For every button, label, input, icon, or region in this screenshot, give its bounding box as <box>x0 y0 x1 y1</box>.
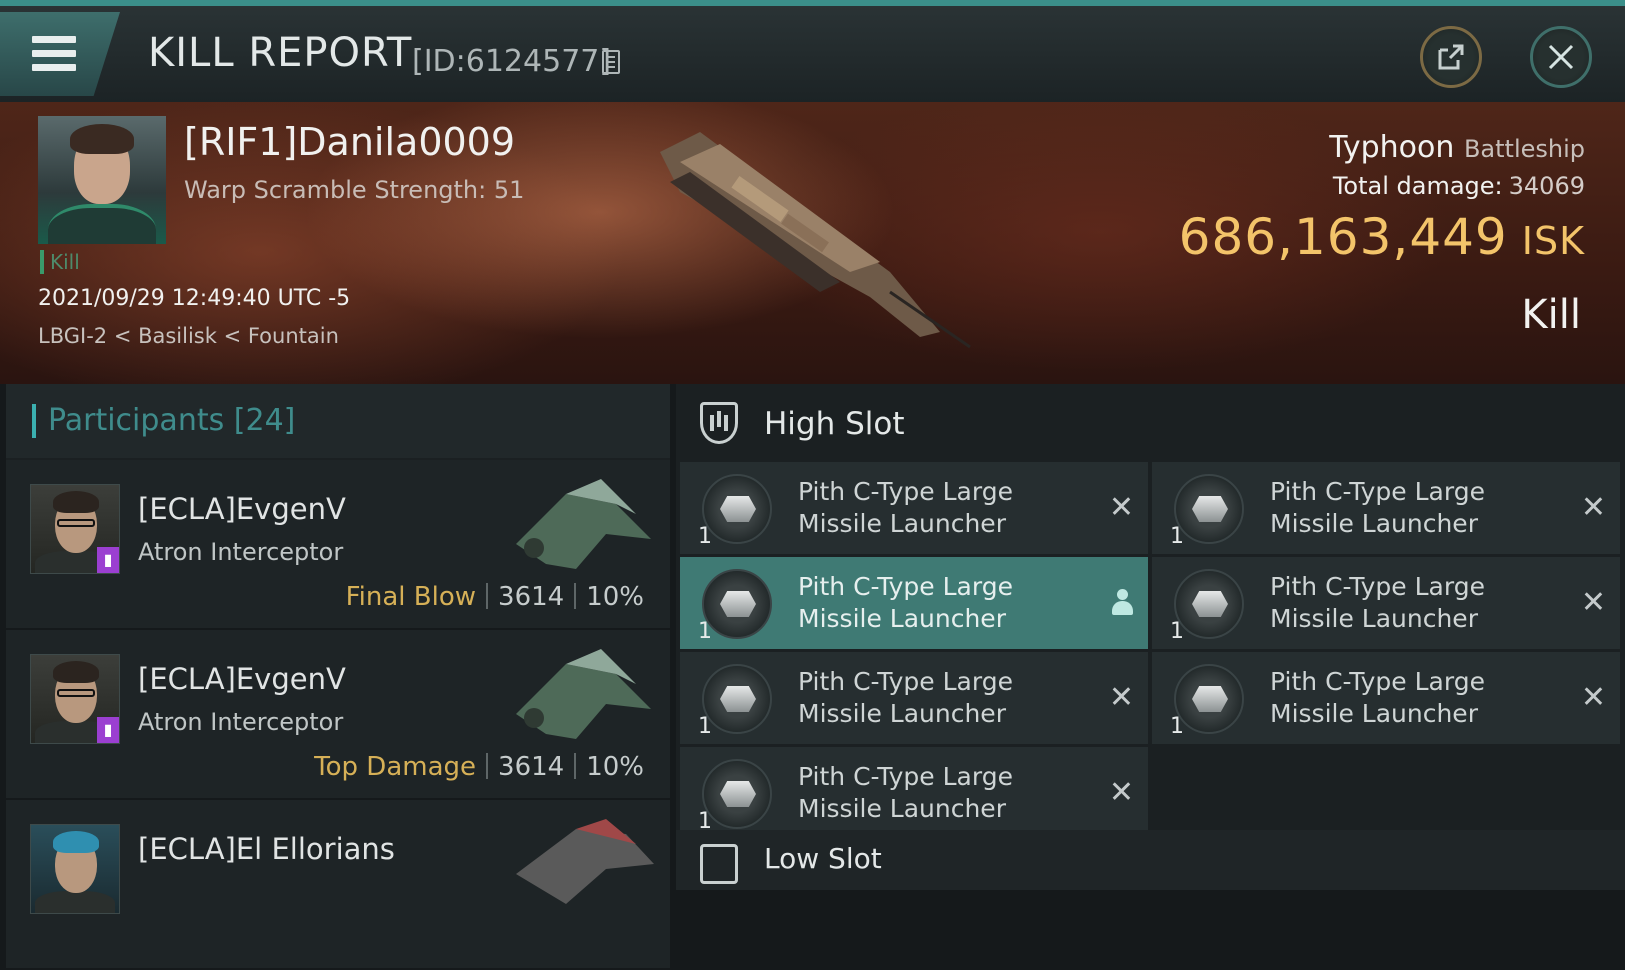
module-name: Pith C-Type Large Missile Launcher <box>798 762 1013 823</box>
participant-damage: 3614 <box>498 752 565 782</box>
kill-tag: Kill <box>40 250 80 274</box>
module-name: Pith C-Type Large Missile Launcher <box>798 667 1013 728</box>
participants-label: Participants <box>48 403 225 438</box>
participant-avatar[interactable]: ▮ <box>30 654 120 744</box>
close-icon <box>1548 44 1574 70</box>
low-slot-title: Low Slot <box>764 842 882 875</box>
module-quantity: 1 <box>1170 619 1184 644</box>
module-item[interactable]: 1 Pith C-Type Large Missile Launcher <box>680 557 1148 649</box>
module-name: Pith C-Type Large Missile Launcher <box>798 477 1013 538</box>
menu-button[interactable] <box>0 12 120 96</box>
victim-ship-image[interactable] <box>640 122 1000 352</box>
victim-name[interactable]: [RIF1]Danila0009 <box>184 120 515 164</box>
module-item[interactable]: 1 Pith C-Type Large Missile Launcher ✕ <box>1152 462 1620 554</box>
destroyed-icon: ✕ <box>1108 490 1134 525</box>
share-icon <box>1438 44 1464 70</box>
victim-banner: [RIF1]Danila0009 Warp Scramble Strength:… <box>0 102 1625 384</box>
high-slot-header: High Slot <box>676 384 1625 460</box>
kill-datetime: 2021/09/29 12:49:40 UTC -5 <box>38 286 351 311</box>
share-button[interactable] <box>1420 26 1482 88</box>
participant-name[interactable]: [ECLA]EvgenV <box>138 662 346 696</box>
isk-value: 686,163,449 ISK <box>1179 208 1585 266</box>
missile-launcher-icon <box>702 474 772 544</box>
participant-row[interactable]: ▮ [ECLA]EvgenV Atron Interceptor Final B… <box>6 460 670 630</box>
module-name: Pith C-Type Large Missile Launcher <box>1270 572 1485 633</box>
destroyed-icon: ✕ <box>1580 680 1606 715</box>
participant-row[interactable]: [ECLA]El Ellorians <box>6 800 670 970</box>
fitting-panel: High Slot 1 Pith C-Type Large Missile Lau… <box>676 384 1625 890</box>
participant-stats: Final Blow 3614 10% <box>346 582 644 612</box>
missile-launcher-icon <box>702 759 772 829</box>
participant-name[interactable]: [ECLA]El Ellorians <box>138 832 395 866</box>
participant-ship: Atron Interceptor <box>138 708 344 736</box>
module-quantity: 1 <box>1170 714 1184 739</box>
module-item[interactable]: 1 Pith C-Type Large Missile Launcher ✕ <box>1152 652 1620 744</box>
participant-role: Top Damage <box>314 752 477 782</box>
participant-percent: 10% <box>586 752 644 782</box>
missile-launcher-icon <box>702 664 772 734</box>
missile-launcher-icon <box>1174 664 1244 734</box>
participant-ship-image <box>516 819 654 904</box>
participant-ship-image <box>516 649 651 739</box>
kill-location[interactable]: LBGI-2 < Basilisk < Fountain <box>38 324 339 348</box>
total-damage: Total damage: 34069 <box>1333 172 1585 200</box>
title-bar: KILL REPORT [ID:6124577] <box>0 0 1625 102</box>
participants-count: [24] <box>233 403 296 438</box>
missile-launcher-icon <box>1174 474 1244 544</box>
module-item[interactable]: 1 Pith C-Type Large Missile Launcher ✕ <box>680 747 1148 839</box>
participant-damage: 3614 <box>498 582 565 612</box>
module-quantity: 1 <box>698 524 712 549</box>
participant-ship-image <box>516 479 651 569</box>
total-damage-label: Total damage: <box>1332 172 1503 200</box>
low-slot-icon <box>700 844 738 884</box>
report-id: [ID:6124577] <box>412 44 612 79</box>
security-badge-icon: ▮ <box>97 717 119 743</box>
participant-row[interactable]: ▮ [ECLA]EvgenV Atron Interceptor Top Dam… <box>6 630 670 800</box>
high-slot-title: High Slot <box>764 406 905 442</box>
victim-portrait[interactable] <box>38 116 166 244</box>
security-badge-icon: ▮ <box>97 547 119 573</box>
copy-icon[interactable] <box>602 50 620 74</box>
dropped-person-icon <box>1112 589 1133 615</box>
participant-avatar[interactable]: ▮ <box>30 484 120 574</box>
high-slot-icon <box>700 402 738 444</box>
module-quantity: 1 <box>698 619 712 644</box>
victim-ship[interactable]: Typhoon Battleship <box>1329 130 1585 165</box>
participant-role: Final Blow <box>345 582 477 612</box>
isk-unit: ISK <box>1521 219 1585 263</box>
participants-panel: Participants [24] ▮ [ECLA]EvgenV Atron I… <box>6 384 670 970</box>
destroyed-icon: ✕ <box>1108 775 1134 810</box>
participants-header[interactable]: Participants [24] <box>6 384 670 458</box>
kill-result: Kill <box>1521 292 1581 338</box>
isk-amount: 686,163,449 <box>1178 208 1508 266</box>
warp-scramble-strength: Warp Scramble Strength: 51 <box>184 176 525 204</box>
module-quantity: 1 <box>698 714 712 739</box>
participant-avatar[interactable] <box>30 824 120 914</box>
module-item[interactable]: 1 Pith C-Type Large Missile Launcher ✕ <box>680 462 1148 554</box>
module-name: Pith C-Type Large Missile Launcher <box>1270 667 1485 728</box>
destroyed-icon: ✕ <box>1108 680 1134 715</box>
module-name: Pith C-Type Large Missile Launcher <box>798 572 1013 633</box>
total-damage-value: 34069 <box>1508 172 1585 200</box>
ship-class: Battleship <box>1463 135 1585 163</box>
page-title: KILL REPORT <box>148 30 413 76</box>
module-quantity: 1 <box>1170 524 1184 549</box>
destroyed-icon: ✕ <box>1580 490 1606 525</box>
close-button[interactable] <box>1530 26 1592 88</box>
participant-name[interactable]: [ECLA]EvgenV <box>138 492 346 526</box>
module-item[interactable]: 1 Pith C-Type Large Missile Launcher ✕ <box>680 652 1148 744</box>
module-name: Pith C-Type Large Missile Launcher <box>1270 477 1485 538</box>
missile-launcher-icon <box>1174 569 1244 639</box>
participants-title: Participants [24] <box>32 404 295 438</box>
ship-name: Typhoon <box>1329 130 1455 165</box>
participant-stats: Top Damage 3614 10% <box>314 752 644 782</box>
participant-percent: 10% <box>586 582 644 612</box>
participant-ship: Atron Interceptor <box>138 538 344 566</box>
module-item[interactable]: 1 Pith C-Type Large Missile Launcher ✕ <box>1152 557 1620 649</box>
missile-launcher-icon <box>702 569 772 639</box>
destroyed-icon: ✕ <box>1580 585 1606 620</box>
